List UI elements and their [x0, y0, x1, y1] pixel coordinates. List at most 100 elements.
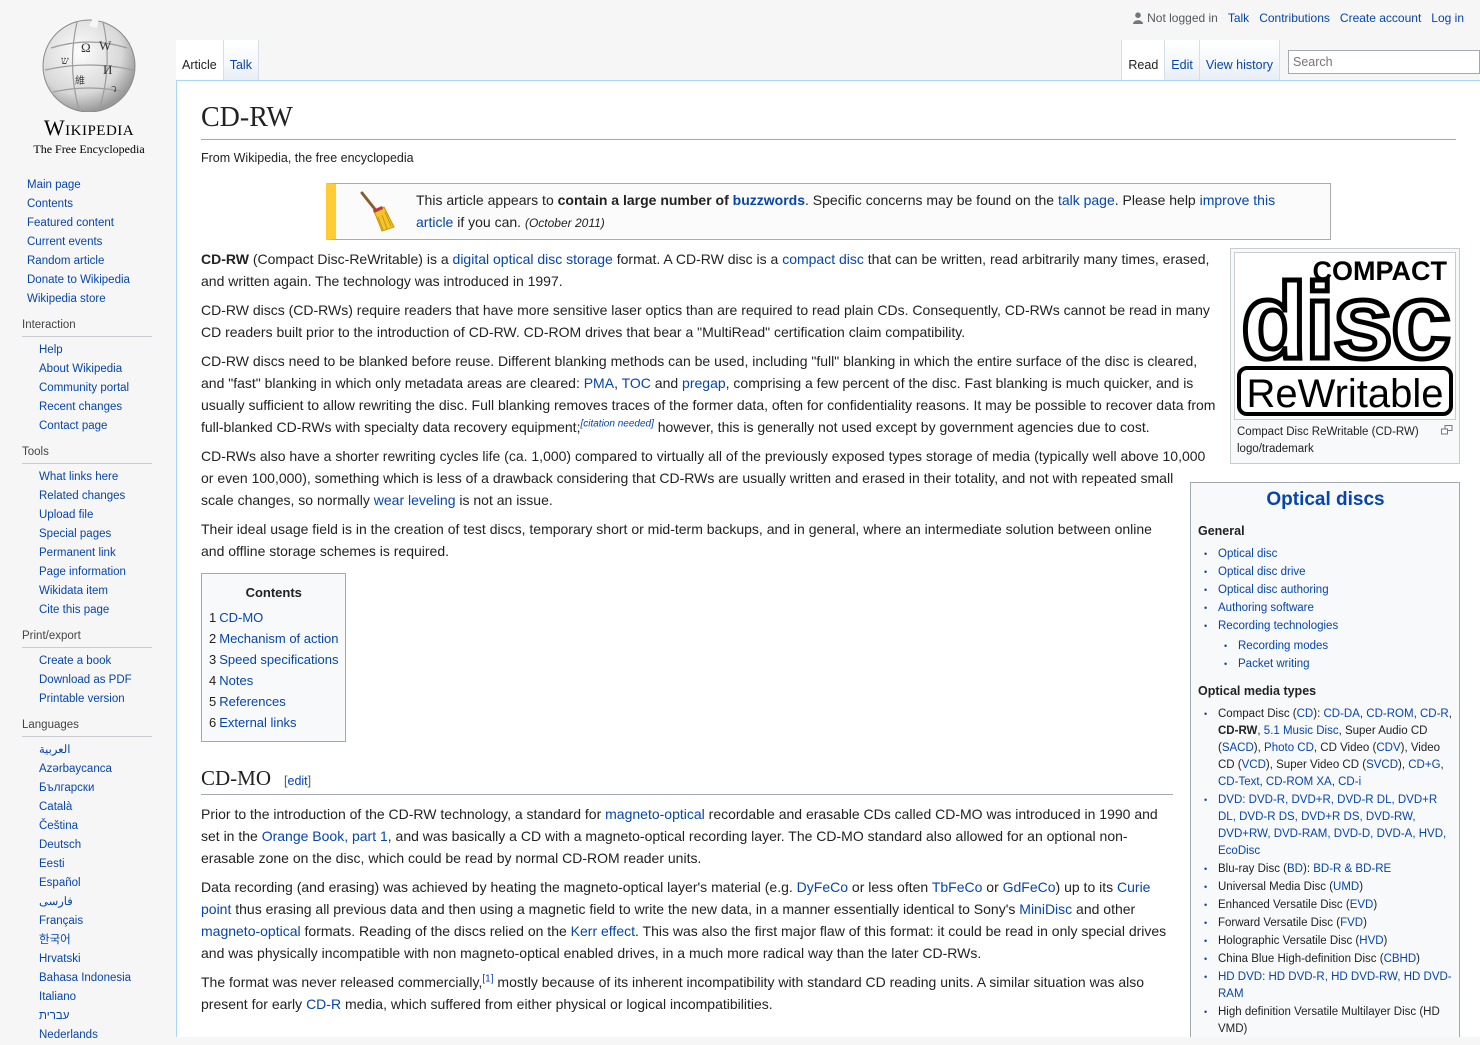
link-magneto-optical-2[interactable]: magneto-optical: [201, 923, 301, 939]
nav-contact[interactable]: Contact page: [39, 417, 176, 436]
svcd-link[interactable]: SVCD: [1366, 759, 1398, 771]
tool-what-links-here[interactable]: What links here: [39, 468, 176, 487]
lang-bulgarian[interactable]: Български: [39, 779, 176, 798]
cdrom-link[interactable]: CD-ROM: [1366, 708, 1413, 720]
reference-1-link[interactable]: [1]: [482, 973, 493, 984]
tab-talk[interactable]: Talk: [223, 40, 259, 80]
search-input[interactable]: [1288, 50, 1480, 74]
tool-cite-this-page[interactable]: Cite this page: [39, 601, 176, 620]
section-edit-link[interactable]: edit: [288, 774, 308, 788]
navbox-link-recording-technologies[interactable]: Recording technologies: [1218, 620, 1338, 632]
link-minidisc[interactable]: MiniDisc: [1019, 901, 1072, 917]
tab-edit[interactable]: Edit: [1165, 40, 1200, 80]
link-wear-leveling[interactable]: wear leveling: [374, 492, 456, 508]
link-gdfeco[interactable]: GdFeCo: [1003, 879, 1056, 895]
navbox-title[interactable]: Optical discs: [1266, 489, 1384, 510]
nav-contents[interactable]: Contents: [27, 195, 176, 214]
nav-community-portal[interactable]: Community portal: [39, 379, 176, 398]
tool-page-information[interactable]: Page information: [39, 563, 176, 582]
hvd-link[interactable]: HVD: [1359, 935, 1383, 947]
cdg-link[interactable]: CD+G: [1408, 759, 1440, 771]
create-account-link[interactable]: Create account: [1340, 11, 1421, 25]
cdda-link[interactable]: CD-DA: [1323, 708, 1359, 720]
tool-wikidata-item[interactable]: Wikidata item: [39, 582, 176, 601]
cbhd-link[interactable]: CBHD: [1384, 953, 1417, 965]
lang-catalan[interactable]: Català: [39, 798, 176, 817]
lang-hebrew[interactable]: עברית: [39, 1007, 176, 1026]
tab-view-history[interactable]: View history: [1199, 40, 1280, 80]
cd-link[interactable]: CD: [1297, 708, 1314, 720]
toc-entry-4[interactable]: 4 Notes: [209, 670, 338, 691]
tab-article[interactable]: Article: [176, 40, 224, 80]
link-cd-r[interactable]: CD-R: [306, 996, 341, 1012]
music-disc-link[interactable]: 5.1 Music Disc: [1264, 725, 1339, 737]
nav-donate[interactable]: Donate to Wikipedia: [27, 271, 176, 290]
enlarge-icon[interactable]: [1441, 424, 1453, 458]
lang-croatian[interactable]: Hrvatski: [39, 950, 176, 969]
link-orange-book[interactable]: Orange Book, part 1: [262, 828, 388, 844]
fvd-link[interactable]: FVD: [1340, 917, 1363, 929]
lang-indonesian[interactable]: Bahasa Indonesia: [39, 969, 176, 988]
toc-entry-3[interactable]: 3 Speed specifications: [209, 649, 338, 670]
link-kerr-effect[interactable]: Kerr effect: [571, 923, 635, 939]
navbox-link-packet-writing[interactable]: Packet writing: [1238, 658, 1310, 670]
umd-link[interactable]: UMD: [1333, 881, 1359, 893]
nav-recent-changes[interactable]: Recent changes: [39, 398, 176, 417]
navbox-link-recording-modes[interactable]: Recording modes: [1238, 640, 1328, 652]
navbox-link-optical-disc[interactable]: Optical disc: [1218, 548, 1277, 560]
hddvd-links[interactable]: HD DVD: HD DVD-R, HD DVD-RW, HD DVD-RAM: [1218, 971, 1452, 1000]
photo-cd-link[interactable]: Photo CD: [1264, 742, 1314, 754]
link-dyfeco[interactable]: DyFeCo: [797, 879, 848, 895]
link-tbfeco[interactable]: TbFeCo: [932, 879, 983, 895]
cdtext-link[interactable]: CD-Text: [1218, 776, 1260, 788]
tool-permanent-link[interactable]: Permanent link: [39, 544, 176, 563]
buzzwords-link[interactable]: buzzwords: [733, 192, 805, 208]
evd-link[interactable]: EVD: [1350, 899, 1374, 911]
print-printable-version[interactable]: Printable version: [39, 690, 176, 709]
link-toc[interactable]: TOC: [622, 375, 651, 391]
cdr-link[interactable]: CD-R: [1420, 708, 1449, 720]
nav-featured-content[interactable]: Featured content: [27, 214, 176, 233]
lang-arabic[interactable]: العربية: [39, 741, 176, 760]
nav-main-page[interactable]: Main page: [27, 176, 176, 195]
nav-about[interactable]: About Wikipedia: [39, 360, 176, 379]
talk-page-link[interactable]: talk page: [1058, 192, 1115, 208]
wikipedia-logo[interactable]: Ω W ש И 維 ว Wikipedia The Free Encyclope…: [25, 16, 153, 157]
lang-persian[interactable]: فارسی: [39, 893, 176, 912]
citation-needed-link[interactable]: [citation needed]: [580, 418, 653, 429]
tab-read[interactable]: Read: [1121, 40, 1166, 80]
dvd-links[interactable]: DVD: DVD-R, DVD+R, DVD-R DL, DVD+R DL, D…: [1218, 794, 1446, 857]
lang-spanish[interactable]: Español: [39, 874, 176, 893]
tool-upload-file[interactable]: Upload file: [39, 506, 176, 525]
navbox-link-disc-authoring[interactable]: Optical disc authoring: [1218, 584, 1329, 596]
link-pregap[interactable]: pregap: [682, 375, 726, 391]
tool-special-pages[interactable]: Special pages: [39, 525, 176, 544]
bd-link[interactable]: BD: [1287, 863, 1303, 875]
cdv-link[interactable]: CDV: [1376, 742, 1400, 754]
link-magneto-optical[interactable]: magneto-optical: [605, 806, 705, 822]
toc-entry-2[interactable]: 2 Mechanism of action: [209, 628, 338, 649]
lang-italian[interactable]: Italiano: [39, 988, 176, 1007]
toc-entry-5[interactable]: 5 References: [209, 691, 338, 712]
print-download-pdf[interactable]: Download as PDF: [39, 671, 176, 690]
nav-help[interactable]: Help: [39, 341, 176, 360]
log-in-link[interactable]: Log in: [1431, 11, 1464, 25]
lang-czech[interactable]: Čeština: [39, 817, 176, 836]
link-pma[interactable]: PMA: [584, 375, 614, 391]
lang-french[interactable]: Français: [39, 912, 176, 931]
print-create-book[interactable]: Create a book: [39, 652, 176, 671]
talk-link[interactable]: Talk: [1228, 11, 1249, 25]
navbox-link-optical-disc-drive[interactable]: Optical disc drive: [1218, 566, 1306, 578]
cdi-link[interactable]: CD-i: [1338, 776, 1361, 788]
lang-german[interactable]: Deutsch: [39, 836, 176, 855]
toc-entry-1[interactable]: 1 CD-MO: [209, 607, 338, 628]
nav-current-events[interactable]: Current events: [27, 233, 176, 252]
infobox-image[interactable]: COMPACT disc ReWritable: [1234, 252, 1456, 420]
lang-korean[interactable]: 한국어: [39, 931, 176, 950]
link-compact-disc[interactable]: compact disc: [782, 251, 864, 267]
bd-r-re-link[interactable]: BD-R & BD-RE: [1313, 863, 1391, 875]
nav-random-article[interactable]: Random article: [27, 252, 176, 271]
cdromxa-link[interactable]: CD-ROM XA: [1266, 776, 1332, 788]
lang-estonian[interactable]: Eesti: [39, 855, 176, 874]
nav-store[interactable]: Wikipedia store: [27, 290, 176, 309]
